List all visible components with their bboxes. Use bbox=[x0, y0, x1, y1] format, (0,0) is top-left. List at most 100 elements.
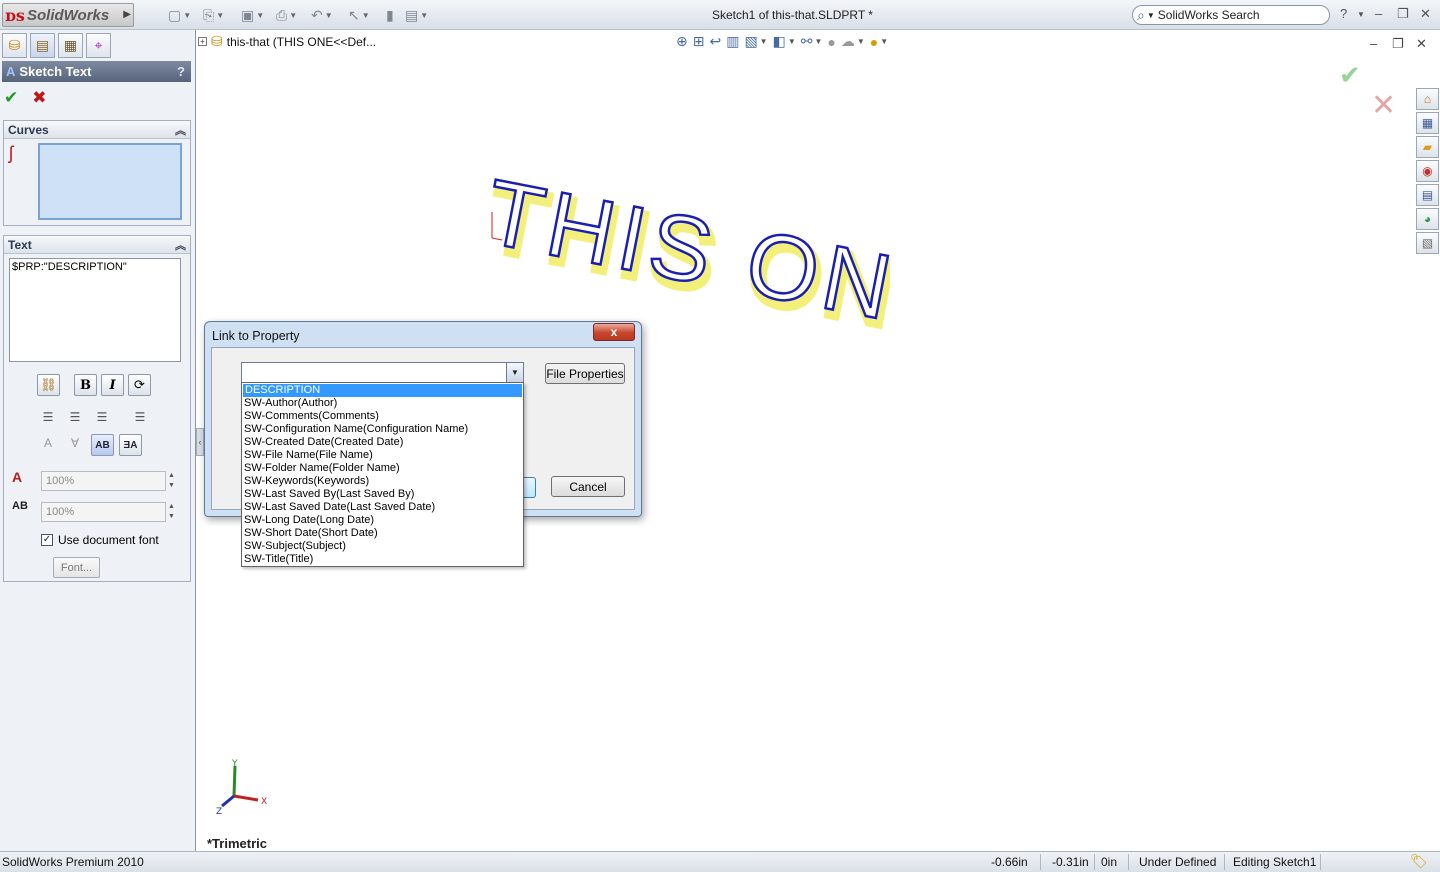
flip-horizontal-mirror-button[interactable]: ƎA bbox=[119, 434, 142, 456]
realview-dropdown-icon[interactable]: ▼ bbox=[880, 37, 888, 46]
curves-selection-box[interactable] bbox=[38, 143, 182, 220]
search-dropdown-icon[interactable]: ▼ bbox=[1147, 11, 1155, 20]
previous-view-icon[interactable]: ↩ bbox=[709, 33, 721, 50]
pm-help-icon[interactable]: ? bbox=[177, 64, 185, 79]
view-orientation-icon[interactable]: ▧ bbox=[744, 33, 757, 50]
options-icon[interactable]: ▤ ▼ bbox=[405, 5, 428, 25]
hide-show-items-icon[interactable]: ⚯ bbox=[801, 33, 813, 50]
dropdown-option[interactable]: SW-Subject(Subject) bbox=[242, 540, 523, 553]
select-icon[interactable]: ↖ ▼ bbox=[348, 5, 370, 25]
ok-check-icon[interactable]: ✔ bbox=[4, 88, 18, 108]
file-properties-button[interactable]: File Properties bbox=[545, 363, 625, 384]
help-icon[interactable]: ? bbox=[1340, 6, 1347, 21]
flip-vertical-icon[interactable]: A bbox=[37, 434, 59, 452]
justify-icon[interactable]: ☰ bbox=[129, 408, 151, 426]
cancel-x-icon[interactable]: ✖ bbox=[32, 88, 46, 108]
flip-vertical-down-icon[interactable]: ∀ bbox=[64, 434, 86, 452]
tag-icon[interactable]: 🏷 bbox=[1410, 853, 1428, 870]
confirmation-ok-icon[interactable]: ✔ bbox=[1339, 60, 1361, 91]
search-tab[interactable]: ◉ bbox=[1416, 160, 1439, 182]
curves-group-header[interactable]: Curves ︽ bbox=[4, 121, 190, 139]
confirmation-cancel-icon[interactable]: ✕ bbox=[1371, 88, 1396, 123]
search-input[interactable]: ⌕ ▼ SolidWorks Search bbox=[1132, 5, 1330, 25]
combo-dropdown-arrow-icon[interactable]: ▼ bbox=[506, 363, 523, 382]
font-button[interactable]: Font... bbox=[53, 557, 100, 578]
new-document-icon[interactable]: ▢ ▼ bbox=[168, 5, 191, 25]
rotate-icon: ⟳ bbox=[134, 377, 145, 392]
flip-horizontal-button[interactable]: AB bbox=[91, 434, 114, 456]
cancel-button[interactable]: Cancel bbox=[551, 476, 625, 497]
restore-app-icon[interactable]: ❐ bbox=[1397, 6, 1409, 22]
dropdown-option[interactable]: SW-Short Date(Short Date) bbox=[242, 527, 523, 540]
use-document-font-checkbox[interactable]: ✓ Use document font bbox=[41, 533, 159, 547]
spacing-input[interactable]: 100% bbox=[41, 502, 166, 522]
align-right-icon[interactable]: ☰ bbox=[91, 408, 113, 426]
view-orientation-dropdown-icon[interactable]: ▼ bbox=[760, 37, 768, 46]
checkbox-box[interactable]: ✓ bbox=[41, 534, 53, 546]
spacing-spinner[interactable]: ▲ ▼ bbox=[168, 502, 178, 522]
configuration-manager-tab[interactable]: ▦ bbox=[58, 33, 83, 58]
apply-scene-icon[interactable]: ☁ bbox=[841, 33, 855, 50]
dropdown-option[interactable]: SW-Title(Title) bbox=[242, 553, 523, 566]
undo-icon[interactable]: ↶ ▼ bbox=[311, 5, 333, 25]
dropdown-option[interactable]: SW-Comments(Comments) bbox=[242, 410, 523, 423]
collapse-chevron-icon[interactable]: ︽ bbox=[175, 237, 186, 253]
sketch-text-input[interactable]: $PRP:"DESCRIPTION" bbox=[9, 258, 181, 362]
italic-button[interactable]: I bbox=[101, 374, 124, 396]
close-doc-icon[interactable]: ✕ bbox=[1416, 36, 1427, 52]
dropdown-option[interactable]: SW-Folder Name(Folder Name) bbox=[242, 462, 523, 475]
zoom-to-fit-icon[interactable]: ⊕ bbox=[676, 33, 688, 50]
expand-tree-icon[interactable]: + bbox=[198, 37, 207, 46]
section-view-icon[interactable]: ▥ bbox=[726, 33, 739, 50]
rotate-button[interactable]: ⟳ bbox=[128, 374, 151, 396]
file-explorer-tab[interactable]: ▰ bbox=[1416, 136, 1439, 158]
feature-manager-tab[interactable]: ⛁ bbox=[2, 33, 27, 58]
rebuild-icon[interactable]: ▮ bbox=[386, 5, 394, 25]
realview-icon[interactable]: ● bbox=[870, 34, 878, 50]
appearances-tab[interactable]: ◕ bbox=[1416, 208, 1439, 230]
dropdown-option[interactable]: SW-Long Date(Long Date) bbox=[242, 514, 523, 527]
dropdown-option[interactable]: SW-Author(Author) bbox=[242, 397, 523, 410]
view-palette-tab[interactable]: ▤ bbox=[1416, 184, 1439, 206]
help-dropdown-icon[interactable]: ▼ bbox=[1357, 10, 1365, 19]
hide-show-dropdown-icon[interactable]: ▼ bbox=[814, 37, 822, 46]
width-factor-spinner[interactable]: ▲ ▼ bbox=[168, 471, 178, 491]
dropdown-option[interactable]: SW-Keywords(Keywords) bbox=[242, 475, 523, 488]
dropdown-option[interactable]: SW-Last Saved Date(Last Saved Date) bbox=[242, 501, 523, 514]
minimize-app-icon[interactable]: – bbox=[1375, 6, 1382, 21]
property-manager-tab[interactable]: ▤ bbox=[30, 33, 55, 58]
edit-appearance-icon[interactable]: ● bbox=[827, 34, 835, 50]
close-app-icon[interactable]: ✕ bbox=[1420, 6, 1431, 22]
print-icon[interactable]: ⎙ ▼ bbox=[276, 5, 297, 25]
panel-collapse-handle[interactable]: ‹ bbox=[196, 428, 204, 456]
save-icon[interactable]: ▣ ▼ bbox=[241, 5, 264, 25]
collapse-chevron-icon[interactable]: ︽ bbox=[175, 122, 186, 138]
tree-part-label[interactable]: this-that (THIS ONE<<Def... bbox=[227, 35, 376, 49]
dimxpert-manager-tab[interactable]: ⌖ bbox=[86, 33, 111, 58]
custom-properties-tab[interactable]: ▧ bbox=[1416, 232, 1439, 254]
open-document-icon[interactable]: ⎘ ▼ bbox=[203, 5, 224, 25]
minimize-doc-icon[interactable]: – bbox=[1370, 36, 1377, 51]
dropdown-option[interactable]: SW-File Name(File Name) bbox=[242, 449, 523, 462]
text-group-header[interactable]: Text ︽ bbox=[4, 236, 190, 254]
solidworks-menu-button[interactable]: ᴅs SolidWorks ▶ bbox=[2, 3, 134, 27]
dropdown-option[interactable]: SW-Last Saved By(Last Saved By) bbox=[242, 488, 523, 501]
dropdown-option[interactable]: SW-Created Date(Created Date) bbox=[242, 436, 523, 449]
dimxpert-icon: ⌖ bbox=[94, 37, 103, 53]
design-library-tab[interactable]: ▦ bbox=[1416, 112, 1439, 134]
dropdown-option[interactable]: SW-Configuration Name(Configuration Name… bbox=[242, 423, 523, 436]
width-factor-input[interactable]: 100% bbox=[41, 471, 166, 491]
property-combo-box[interactable]: ▼ bbox=[241, 362, 524, 383]
align-left-icon[interactable]: ☰ bbox=[37, 408, 59, 426]
solidworks-resources-tab[interactable]: ⌂ bbox=[1416, 88, 1439, 110]
scene-dropdown-icon[interactable]: ▼ bbox=[857, 37, 865, 46]
dialog-close-button[interactable]: x bbox=[593, 323, 635, 341]
restore-doc-icon[interactable]: ❐ bbox=[1392, 36, 1404, 52]
bold-button[interactable]: B bbox=[74, 374, 97, 396]
display-style-icon[interactable]: ◧ bbox=[773, 33, 786, 50]
link-to-property-button[interactable]: ⛓ bbox=[37, 374, 60, 396]
dropdown-option[interactable]: DESCRIPTION bbox=[243, 384, 522, 397]
display-style-dropdown-icon[interactable]: ▼ bbox=[788, 37, 796, 46]
zoom-area-icon[interactable]: ⊞ bbox=[693, 33, 705, 50]
align-center-icon[interactable]: ☰ bbox=[64, 408, 86, 426]
